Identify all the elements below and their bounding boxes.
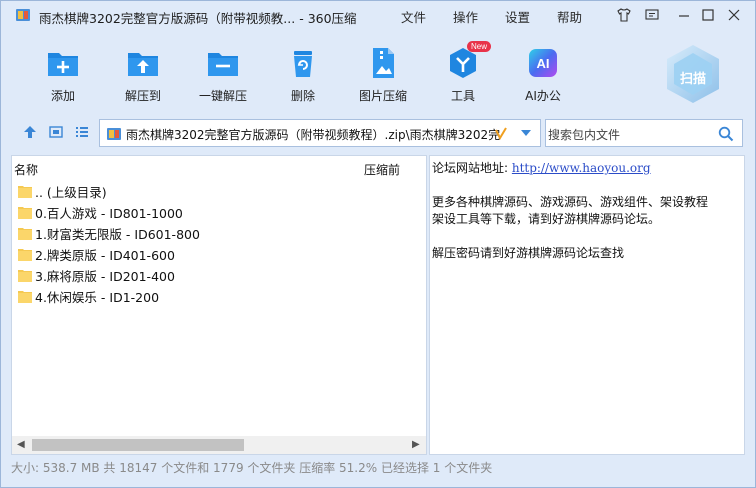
- list-item[interactable]: 3.麻将原版 - ID201-400: [18, 265, 418, 286]
- zip-file-icon: [107, 128, 121, 140]
- comment-line-4: 解压密码请到好游棋牌源码论坛查找: [432, 246, 625, 260]
- comment-website-line: 论坛网站地址: http://www.haoyou.org: [432, 159, 742, 176]
- search-placeholder: 搜索包内文件: [548, 128, 621, 142]
- one-click-extract-button[interactable]: 一键解压: [187, 37, 259, 109]
- folder-icon: [18, 291, 32, 303]
- zip-app-icon: [16, 9, 30, 21]
- folder-icon: [18, 270, 32, 282]
- minimize-icon: [679, 15, 689, 17]
- up-arrow-icon[interactable]: [23, 125, 37, 139]
- comment-line-3: 架设工具等下载，请到好游棋牌源码论坛。: [432, 212, 661, 226]
- file-rows: .. (上级目录) 0.百人游戏 - ID801-1000 1.财富类无限版 -…: [18, 181, 418, 307]
- list-item-name: 4.休闲娱乐 - ID1-200: [35, 290, 160, 305]
- add-folder-icon: [48, 53, 78, 76]
- address-path: 雨杰棋牌3202完整官方版源码（附带视频教程）.zip\雨杰棋牌3202完: [126, 128, 501, 142]
- horizontal-scrollbar[interactable]: ◀ ▶: [12, 436, 426, 454]
- ai-office-button[interactable]: AI AI办公: [507, 37, 579, 109]
- one-click-extract-label: 一键解压: [198, 89, 247, 103]
- list-view-icon[interactable]: [75, 125, 89, 139]
- status-bar: 大小: 538.7 MB 共 18147 个文件和 1779 个文件夹 压缩率 …: [11, 461, 493, 475]
- column-compressed-header[interactable]: 压缩前: [364, 161, 400, 178]
- maximize-icon: [702, 9, 714, 21]
- folder-icon: [18, 186, 32, 198]
- extract-to-icon: [128, 53, 158, 76]
- search-box[interactable]: 搜索包内文件: [545, 119, 743, 147]
- delete-button[interactable]: 删除: [267, 37, 339, 109]
- thumbnail-view-icon[interactable]: [49, 125, 63, 139]
- scrollbar-thumb[interactable]: [32, 439, 244, 451]
- address-bar[interactable]: 雨杰棋牌3202完整官方版源码（附带视频教程）.zip\雨杰棋牌3202完: [99, 119, 541, 147]
- new-badge: New: [467, 41, 492, 52]
- toolbar: 添加 解压到 一键解压 删除 图片压缩 New 工具 AI AI办公: [1, 37, 755, 111]
- column-header: 名称 压缩前: [12, 156, 426, 178]
- feedback-button[interactable]: [643, 6, 661, 24]
- ai-office-label: AI办公: [525, 89, 561, 103]
- scroll-left-icon[interactable]: ◀: [17, 439, 25, 450]
- menu-file[interactable]: 文件: [401, 7, 426, 26]
- column-name-header[interactable]: 名称: [14, 161, 38, 178]
- image-compress-button[interactable]: 图片压缩: [347, 37, 419, 109]
- ai-glyph: AI: [537, 56, 550, 71]
- app-window: 雨杰棋牌3202完整官方版源码（附带视频教... - 360压缩 文件 操作 设…: [0, 0, 756, 488]
- comment-line-2: 更多各种棋牌源码、游戏源码、游戏组件、架设教程: [432, 195, 709, 209]
- list-item[interactable]: 1.财富类无限版 - ID601-800: [18, 223, 418, 244]
- list-item[interactable]: 4.休闲娱乐 - ID1-200: [18, 286, 418, 307]
- file-list-pane: 名称 压缩前 .. (上级目录) 0.百人游戏 - ID801-1000 1.财…: [11, 155, 427, 455]
- list-item[interactable]: 0.百人游戏 - ID801-1000: [18, 202, 418, 223]
- image-compress-icon: [373, 48, 394, 78]
- shirt-icon: [617, 8, 631, 22]
- chevron-down-icon[interactable]: [520, 129, 532, 137]
- delete-label: 删除: [290, 89, 315, 103]
- scan-button[interactable]: 扫描: [665, 68, 721, 87]
- extract-to-button[interactable]: 解压到: [107, 37, 179, 109]
- extract-to-label: 解压到: [124, 89, 161, 103]
- search-icon[interactable]: [718, 126, 734, 142]
- list-item-name: 2.牌类原版 - ID401-600: [35, 248, 175, 263]
- delete-icon: [294, 51, 312, 77]
- minimize-button[interactable]: [675, 6, 693, 24]
- list-item[interactable]: .. (上级目录): [18, 181, 418, 202]
- archive-comment-pane: 论坛网站地址: http://www.haoyou.org 更多各种棋牌源码、游…: [429, 155, 745, 455]
- message-icon: [645, 9, 659, 20]
- comment-website-label: 论坛网站地址:: [432, 161, 509, 175]
- list-item-name: 1.财富类无限版 - ID601-800: [35, 227, 200, 242]
- list-item-name: 3.麻将原版 - ID201-400: [35, 269, 175, 284]
- folder-icon: [18, 207, 32, 219]
- tools-button[interactable]: New 工具: [427, 37, 499, 109]
- comment-website-link[interactable]: http://www.haoyou.org: [512, 161, 651, 175]
- list-item[interactable]: 2.牌类原版 - ID401-600: [18, 244, 418, 265]
- one-click-extract-icon: [208, 53, 238, 76]
- menu-settings[interactable]: 设置: [505, 7, 530, 26]
- maximize-button[interactable]: [699, 6, 717, 24]
- window-title: 雨杰棋牌3202完整官方版源码（附带视频教... - 360压缩: [39, 11, 357, 26]
- scroll-right-icon[interactable]: ▶: [412, 439, 420, 450]
- close-button[interactable]: [725, 6, 743, 24]
- address-row: 雨杰棋牌3202完整官方版源码（附带视频教程）.zip\雨杰棋牌3202完 搜索…: [1, 117, 755, 147]
- folder-icon: [18, 228, 32, 240]
- close-icon: [728, 9, 740, 21]
- menu-operate[interactable]: 操作: [453, 7, 478, 26]
- add-button[interactable]: 添加: [27, 37, 99, 109]
- tools-label: 工具: [450, 89, 475, 103]
- image-compress-label: 图片压缩: [358, 89, 407, 103]
- list-item-name: 0.百人游戏 - ID801-1000: [35, 206, 183, 221]
- skin-button[interactable]: [615, 6, 633, 24]
- list-item-name: .. (上级目录): [35, 185, 107, 200]
- ai-office-icon: AI: [529, 49, 557, 77]
- add-label: 添加: [50, 89, 75, 103]
- check-mark-icon: [495, 127, 507, 140]
- folder-icon: [18, 249, 32, 261]
- menu-help[interactable]: 帮助: [557, 7, 582, 26]
- title-bar: 雨杰棋牌3202完整官方版源码（附带视频教... - 360压缩 文件 操作 设…: [1, 1, 755, 29]
